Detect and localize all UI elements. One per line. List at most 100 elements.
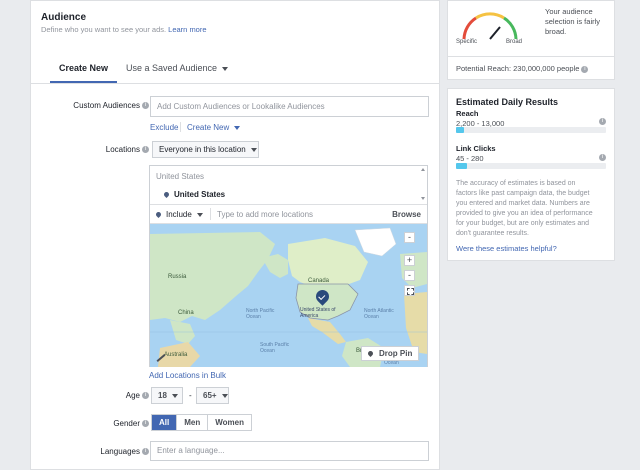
- info-icon[interactable]: i: [142, 146, 149, 154]
- gauge-specific-label: Specific: [456, 39, 478, 45]
- drop-pin-label: Drop Pin: [379, 349, 413, 358]
- reach-label: Reach: [456, 109, 479, 118]
- gender-option-women[interactable]: Women: [207, 415, 251, 430]
- age-label-text: Age: [125, 391, 140, 400]
- landmass-alaska: [262, 254, 288, 278]
- estimates-helpful-link[interactable]: Were these estimates helpful?: [456, 244, 557, 253]
- list-scrollbar[interactable]: [421, 168, 425, 200]
- estimates-note: The accuracy of estimates is based on fa…: [456, 179, 593, 239]
- selected-location-label: United States: [174, 190, 226, 199]
- languages-input[interactable]: Enter a language...: [150, 441, 429, 461]
- plus-icon: +: [406, 255, 413, 265]
- gender-segmented-control: All Men Women: [151, 414, 252, 431]
- gender-option-all[interactable]: All: [152, 415, 177, 430]
- zoom-in-button[interactable]: +: [404, 255, 415, 266]
- location-map[interactable]: Russia China Canada United States of Ame…: [150, 224, 427, 367]
- tab-create-new[interactable]: Create New: [59, 63, 108, 73]
- location-pin-icon: [154, 210, 163, 219]
- info-icon[interactable]: i: [142, 448, 149, 456]
- box-divider: [150, 204, 427, 205]
- audience-panel: Audience Define who you want to see your…: [30, 0, 440, 470]
- age-min-dropdown[interactable]: 18: [151, 387, 183, 404]
- location-pin-icon: [366, 349, 375, 358]
- gender-label: Gender i: [113, 419, 149, 428]
- map-label-north-pacific: North Pacific Ocean: [246, 308, 275, 320]
- link-divider: [180, 122, 181, 132]
- gauge-yellow-arc: [475, 12, 505, 20]
- add-locations-bulk-link[interactable]: Add Locations in Bulk: [149, 371, 226, 380]
- estimates-panel: Estimated Daily Results Reach 2,200 - 13…: [447, 88, 615, 261]
- age-label: Age i: [126, 391, 149, 400]
- audience-subtitle: Define who you want to see your ads. Lea…: [41, 25, 207, 34]
- location-type-dropdown[interactable]: Everyone in this location: [152, 141, 259, 158]
- exclude-link[interactable]: Exclude: [150, 123, 178, 132]
- custom-audiences-input[interactable]: Add Custom Audiences or Lookalike Audien…: [150, 96, 429, 117]
- browse-button[interactable]: Browse: [392, 210, 421, 219]
- info-icon[interactable]: i: [599, 154, 606, 161]
- info-icon[interactable]: i: [581, 65, 589, 73]
- link-clicks-value: 45 - 280: [456, 154, 484, 163]
- gauge-broad-label: Broad: [506, 39, 523, 45]
- age-min-value: 18: [158, 391, 167, 400]
- fullscreen-icon: [407, 288, 414, 295]
- gauge-green-arc: [503, 16, 518, 40]
- audience-definition-panel: Specific Broad Your audience selection i…: [447, 0, 615, 80]
- message-line: broad.: [545, 27, 567, 36]
- info-icon[interactable]: i: [142, 102, 149, 110]
- info-icon[interactable]: i: [599, 118, 606, 125]
- chevron-down-icon: [222, 67, 229, 71]
- gender-option-men[interactable]: Men: [176, 415, 207, 430]
- age-max-dropdown[interactable]: 65+: [196, 387, 229, 404]
- map-label-australia: Australia: [164, 352, 188, 358]
- audience-subtitle-text: Define who you want to see your ads.: [41, 25, 167, 34]
- locations-label: Locations i: [106, 145, 149, 154]
- link-clicks-bar: [456, 163, 606, 169]
- message-line: Your audience: [545, 7, 593, 16]
- location-pin-icon: [162, 190, 171, 199]
- custom-audiences-label-text: Custom Audiences: [73, 101, 140, 110]
- drop-pin-button[interactable]: Drop Pin: [361, 346, 419, 361]
- include-divider: [210, 208, 211, 220]
- collapse-icon: -: [408, 232, 411, 242]
- create-new-label: Create New: [187, 123, 230, 132]
- info-icon[interactable]: i: [142, 420, 149, 428]
- potential-reach: Potential Reach: 230,000,000 people i: [456, 64, 589, 73]
- info-icon[interactable]: i: [142, 392, 149, 400]
- checkmark-icon: [318, 292, 326, 301]
- map-label-russia: Russia: [168, 274, 187, 280]
- definition-divider: [448, 56, 614, 57]
- gauge-red-arc: [462, 16, 477, 40]
- map-label-usa: United States of America: [300, 307, 336, 319]
- scroll-down-icon: [421, 197, 425, 200]
- tab-saved-label: Use a Saved Audience: [126, 63, 218, 73]
- chevron-down-icon: [234, 126, 241, 130]
- note-line: don't guarantee results.: [456, 230, 529, 237]
- include-dropdown[interactable]: Include: [154, 210, 203, 219]
- landmass-africa: [404, 292, 427, 354]
- note-line: provided to give you an idea of performa…: [456, 210, 593, 217]
- map-label-south-pacific: South Pacific Ocean: [260, 342, 290, 354]
- reach-bar-fill: [456, 127, 464, 133]
- scroll-up-icon: [421, 168, 425, 171]
- age-max-value: 65+: [203, 391, 217, 400]
- estimates-title: Estimated Daily Results: [456, 97, 559, 107]
- map-label-canada: Canada: [308, 278, 330, 284]
- zoom-out-button[interactable]: -: [404, 270, 415, 281]
- map-label-china: China: [178, 310, 194, 316]
- audience-title: Audience: [41, 12, 87, 23]
- selected-location[interactable]: United States: [162, 190, 226, 199]
- map-collapse-button[interactable]: -: [404, 232, 415, 243]
- tab-saved-audience[interactable]: Use a Saved Audience: [126, 63, 229, 73]
- potential-reach-text: Potential Reach: 230,000,000 people: [456, 64, 580, 73]
- languages-label: Languages i: [100, 447, 149, 456]
- location-box: United States United States Include Type…: [149, 165, 428, 367]
- map-label-north-atlantic: North Atlantic Ocean: [364, 308, 394, 320]
- chevron-down-icon: [171, 393, 178, 398]
- location-type-label: Everyone in this location: [159, 145, 246, 154]
- learn-more-link[interactable]: Learn more: [168, 25, 206, 34]
- custom-audiences-placeholder: Add Custom Audiences or Lookalike Audien…: [157, 102, 325, 111]
- location-search-input[interactable]: Type to add more locations: [217, 210, 313, 219]
- landmass-greenland: [354, 227, 397, 257]
- fullscreen-button[interactable]: [404, 285, 415, 296]
- create-new-dropdown[interactable]: Create New: [187, 123, 241, 132]
